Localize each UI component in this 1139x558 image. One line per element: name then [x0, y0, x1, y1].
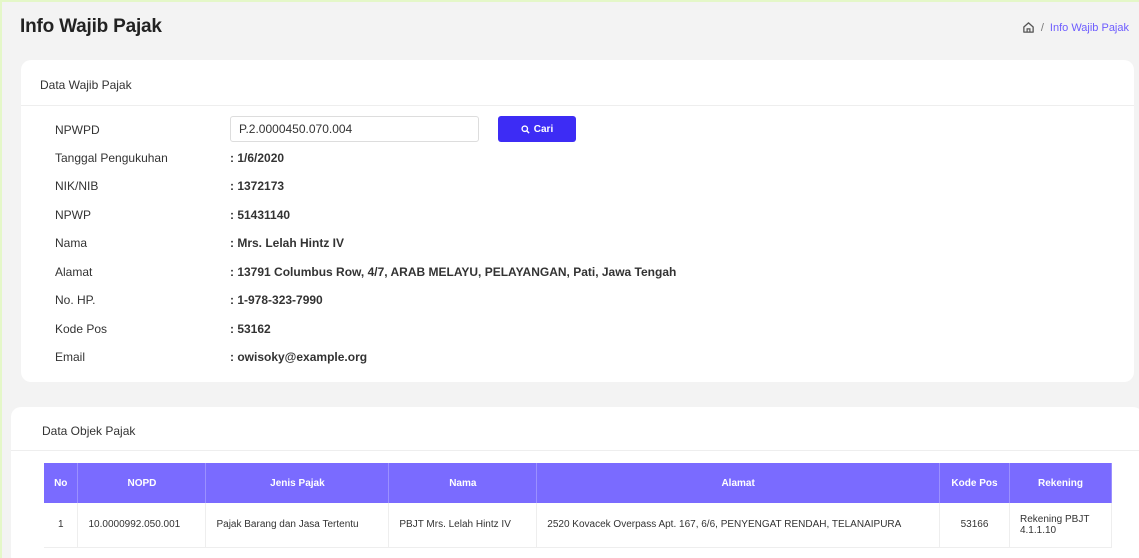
field-label: Nama — [55, 236, 88, 250]
field-value: : Mrs. Lelah Hintz IV — [230, 236, 345, 250]
field-value: : 53162 — [230, 322, 271, 336]
column-header-nama[interactable]: Nama — [388, 463, 538, 503]
divider — [11, 450, 1139, 451]
field-value: : owisoky@example.org — [230, 350, 368, 364]
column-header-alamat[interactable]: Alamat — [536, 463, 940, 503]
breadcrumb-separator: / — [1040, 21, 1044, 34]
field-label: Kode Pos — [55, 322, 108, 336]
page-header: Info Wajib Pajak / Info Wajib Pajak — [20, 16, 1129, 44]
cell-nama: PBJT Mrs. Lelah Hintz IV — [388, 503, 538, 548]
cell-alamat: 2520 Kovacek Overpass Apt. 167, 6/6, PEN… — [536, 503, 940, 548]
field-label: Alamat — [55, 265, 93, 279]
field-label: NPWP — [55, 208, 91, 222]
npwpd-label: NPWPD — [55, 123, 100, 137]
field-label: Email — [55, 350, 86, 364]
field-label: NIK/NIB — [55, 179, 99, 193]
column-header-rekening[interactable]: Rekening — [1009, 463, 1113, 503]
cell-jenis-pajak: Pajak Barang dan Jasa Tertentu — [205, 503, 390, 548]
cell-nopd: 10.0000992.050.001 — [77, 503, 207, 548]
table-row[interactable]: 1 10.0000992.050.001 Pajak Barang dan Ja… — [44, 503, 1113, 548]
field-row-nik: NIK/NIB : 1372173 — [55, 177, 284, 195]
divider — [21, 105, 1134, 106]
objek-pajak-title: Data Objek Pajak — [42, 424, 136, 438]
field-value: : 1-978-323-7990 — [230, 293, 323, 307]
cell-rekening: Rekening PBJT 4.1.1.10 — [1009, 503, 1113, 548]
field-value: : 1372173 — [230, 179, 285, 193]
column-header-nopd[interactable]: NOPD — [77, 463, 207, 503]
column-header-kode-pos[interactable]: Kode Pos — [939, 463, 1010, 503]
field-row-npwp: NPWP : 51431140 — [55, 206, 290, 224]
field-label: Tanggal Pengukuhan — [55, 151, 168, 165]
table-header-row: No NOPD Jenis Pajak Nama Alamat Kode Pos… — [44, 463, 1113, 503]
field-row-email: Email : owisoky@example.org — [55, 348, 367, 366]
field-row-hp: No. HP. : 1-978-323-7990 — [55, 291, 323, 309]
field-value: : 51431140 — [230, 208, 291, 222]
breadcrumb-current[interactable]: Info Wajib Pajak — [1050, 22, 1129, 34]
field-row-nama: Nama : Mrs. Lelah Hintz IV — [55, 234, 344, 252]
wajib-pajak-title: Data Wajib Pajak — [40, 78, 132, 92]
cell-kode-pos: 53166 — [939, 503, 1010, 548]
field-row-kodepos: Kode Pos : 53162 — [55, 320, 271, 338]
wajib-pajak-card: Data Wajib Pajak NPWPD P.2.0000450.070.0… — [21, 60, 1134, 382]
field-value: : 13791 Columbus Row, 4/7, ARAB MELAYU, … — [230, 265, 677, 279]
search-button[interactable]: Cari — [498, 116, 576, 142]
objek-pajak-card: Data Objek Pajak No NOPD Jenis Pajak Nam… — [11, 407, 1139, 558]
field-row-tanggal: Tanggal Pengukuhan : 1/6/2020 — [55, 149, 284, 167]
cell-no: 1 — [44, 503, 79, 548]
npwpd-input[interactable]: P.2.0000450.070.004 — [230, 116, 479, 142]
home-icon[interactable] — [1022, 21, 1035, 34]
column-header-jenis-pajak[interactable]: Jenis Pajak — [205, 463, 390, 503]
breadcrumb: / Info Wajib Pajak — [1022, 21, 1129, 34]
field-value: : 1/6/2020 — [230, 151, 285, 165]
rekening-line1: Rekening PBJT — [1019, 513, 1090, 525]
objek-pajak-table: No NOPD Jenis Pajak Nama Alamat Kode Pos… — [44, 463, 1113, 548]
page-title: Info Wajib Pajak — [20, 16, 162, 37]
search-icon — [521, 124, 530, 134]
search-button-label: Cari — [533, 123, 554, 135]
column-header-no[interactable]: No — [44, 463, 79, 503]
npwpd-row: NPWPD — [55, 121, 230, 139]
field-label: No. HP. — [55, 293, 96, 307]
field-row-alamat: Alamat : 13791 Columbus Row, 4/7, ARAB M… — [55, 263, 676, 281]
rekening-line2: 4.1.1.10 — [1019, 524, 1057, 536]
